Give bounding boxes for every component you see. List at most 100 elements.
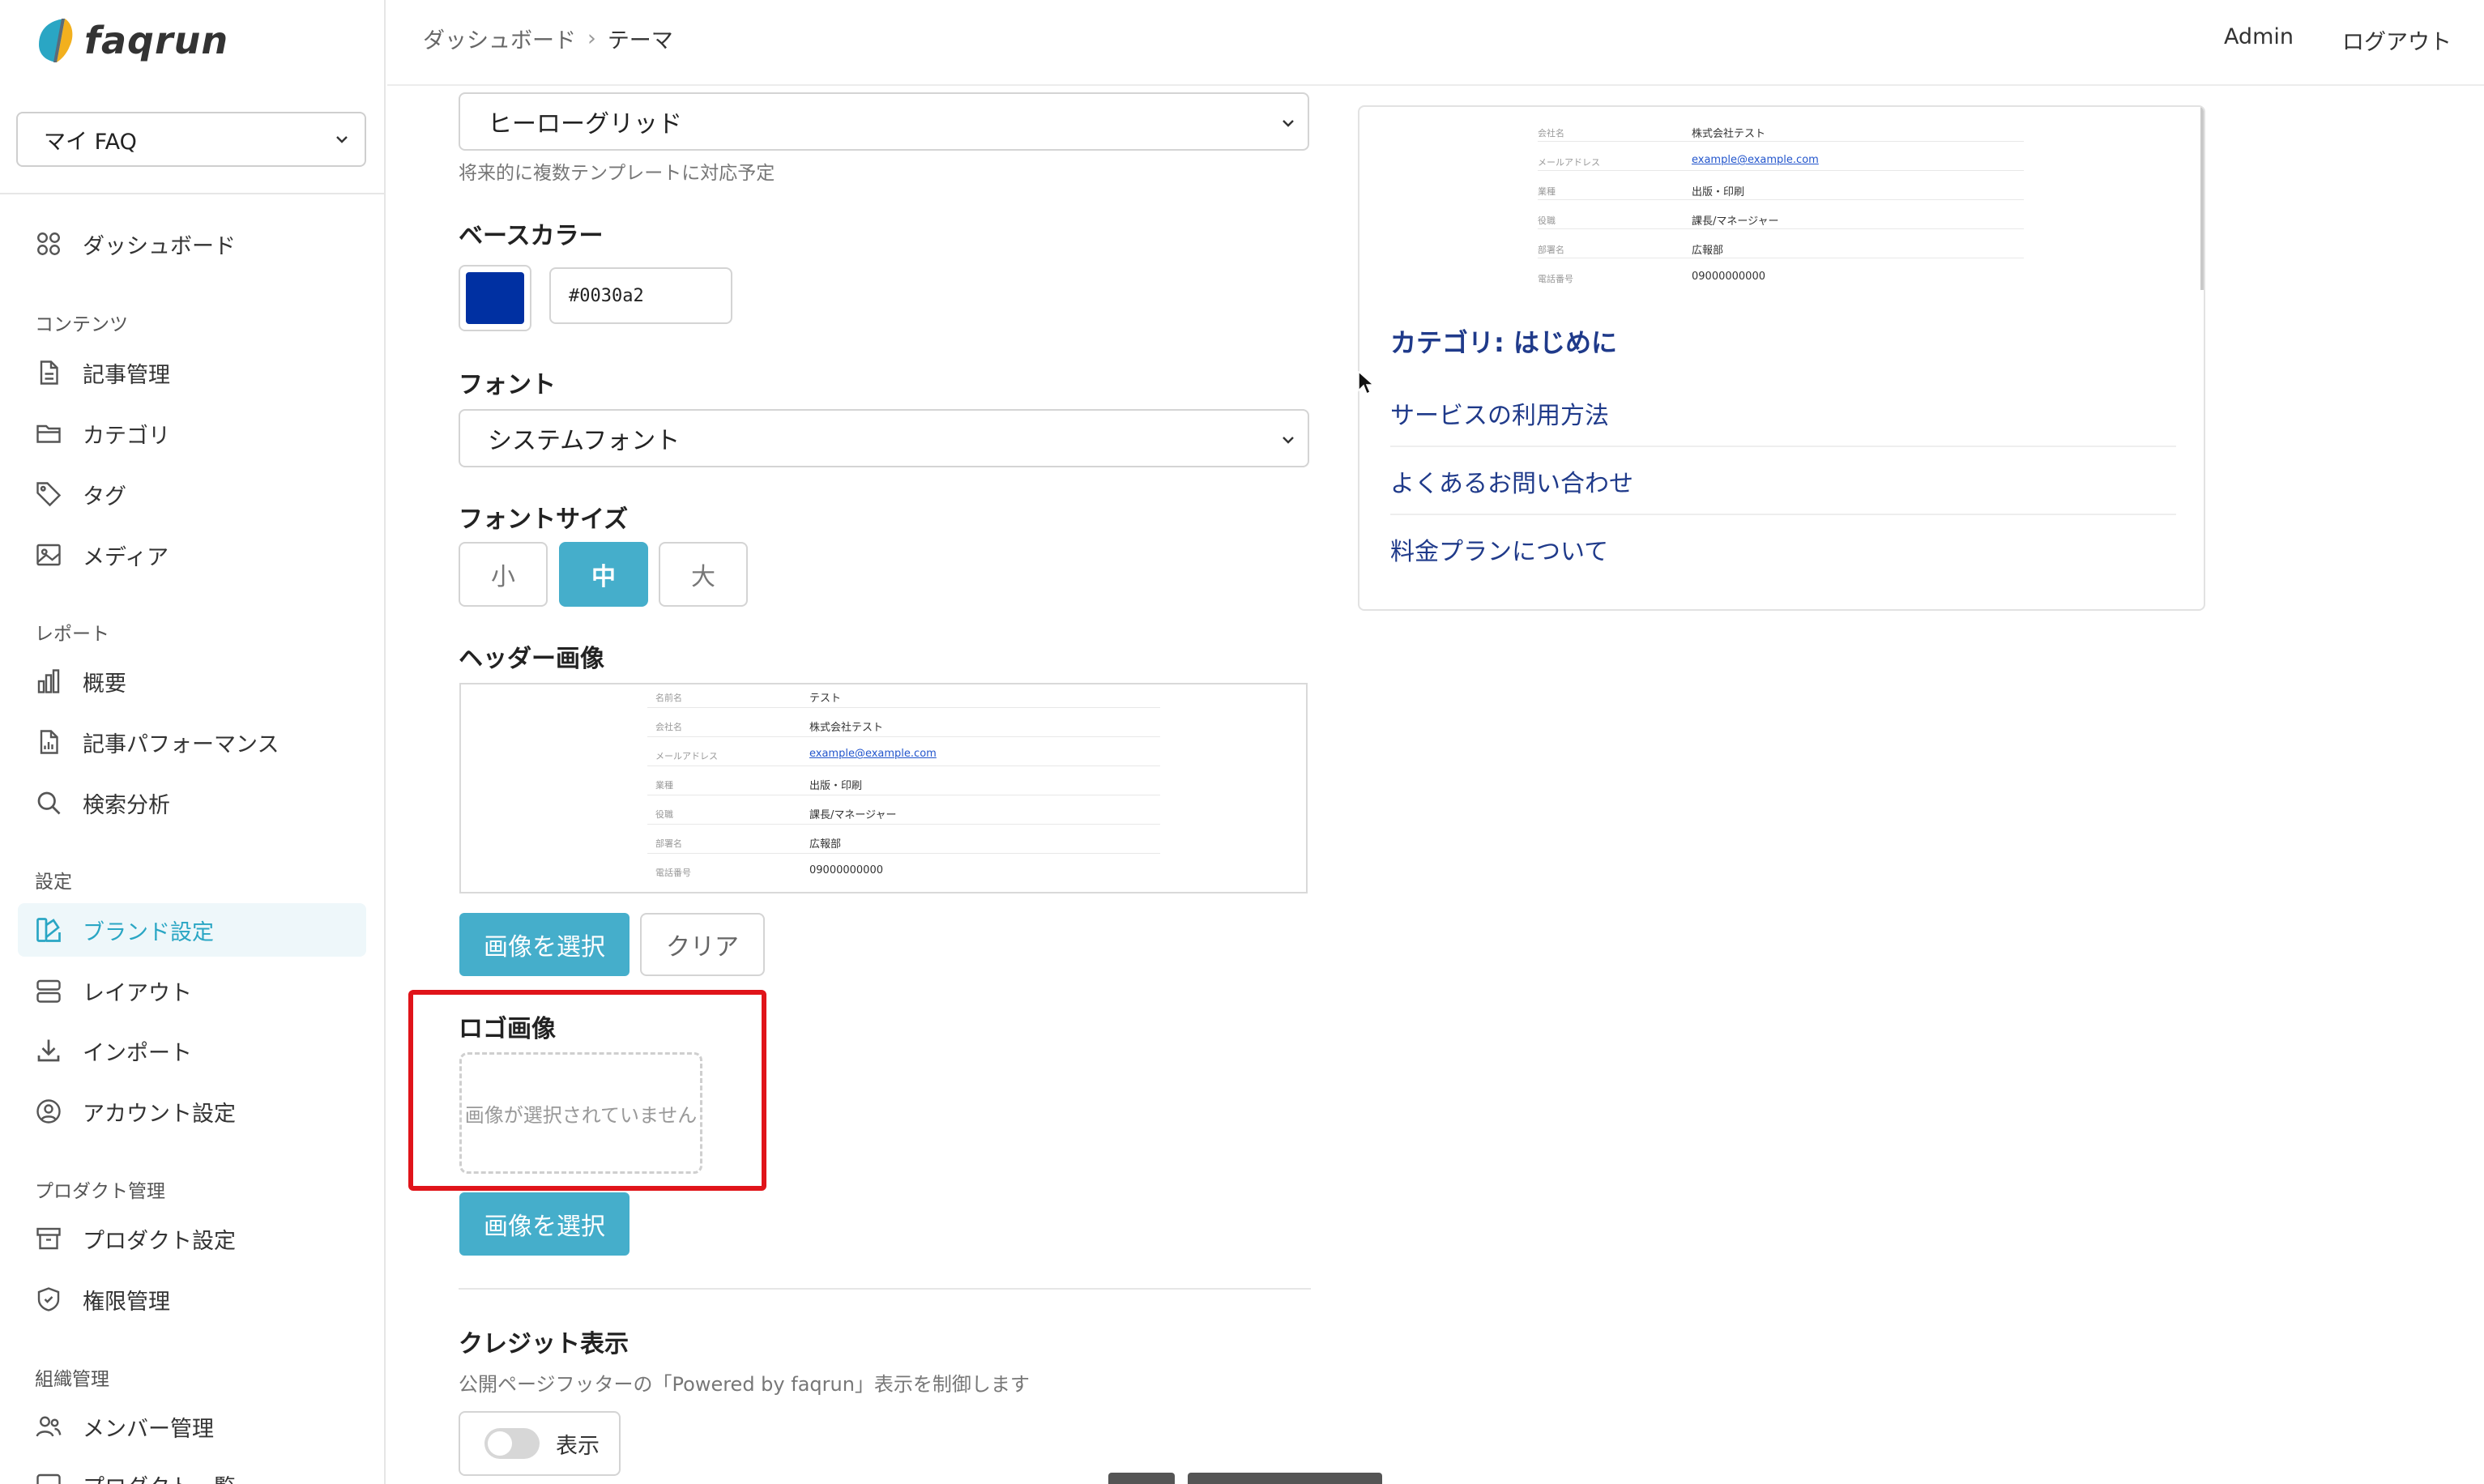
chevron-right-icon: › — [587, 26, 596, 51]
logout-link[interactable]: ログアウト — [2342, 24, 2452, 56]
palette-icon — [36, 918, 61, 942]
doc-key: 会社名 — [655, 722, 682, 732]
sidebar-item-label: 検索分析 — [83, 792, 170, 818]
preview-scrollbar[interactable] — [2200, 107, 2204, 290]
sidebar-item-search-analysis[interactable]: 検索分析 — [18, 776, 366, 829]
users-icon — [36, 1416, 62, 1437]
sidebar-item-label: 記事管理 — [83, 362, 170, 388]
color-hex-input[interactable]: #0030a2 — [549, 267, 732, 324]
doc-key: 部署名 — [655, 838, 682, 849]
header-image-preview: 名前名 テスト 会社名 株式会社テスト メールアドレス example@exam… — [459, 683, 1308, 893]
user-name[interactable]: Admin — [2224, 24, 2294, 56]
doc-key: 部署名 — [1538, 245, 1564, 255]
doc-key: 電話番号 — [655, 868, 691, 878]
sidebar-item-layout[interactable]: レイアウト — [18, 964, 366, 1017]
download-icon — [37, 1039, 60, 1062]
font-size-label: フォントサイズ — [459, 505, 629, 534]
font-select-value: システムフォント — [488, 427, 681, 455]
sidebar-item-product-list[interactable]: プロダクト一覧 — [18, 1458, 366, 1484]
app-logo[interactable]: faqrun — [32, 15, 228, 66]
sidebar-item-dashboard[interactable]: ダッシュボード — [18, 217, 366, 271]
doc-value: 株式会社テスト — [1692, 128, 1766, 140]
sidebar-item-label: アカウント設定 — [83, 1101, 236, 1127]
sidebar-item-article-performance[interactable]: 記事パフォーマンス — [18, 715, 366, 769]
user-circle-icon — [36, 1099, 61, 1124]
preview-link[interactable]: サービスの利用方法 — [1390, 395, 1609, 431]
preview-divider — [1390, 514, 2176, 515]
user-menu: Admin ログアウト — [2224, 24, 2452, 56]
doc-value: 09000000000 — [1692, 271, 1765, 283]
faq-select-value: マイ FAQ — [44, 129, 137, 155]
toggle-knob — [488, 1431, 512, 1456]
section-content: コンテンツ — [35, 314, 128, 335]
faq-select[interactable]: マイ FAQ — [16, 112, 366, 167]
preview-link[interactable]: よくあるお問い合わせ — [1390, 463, 1633, 499]
section-settings: 設定 — [35, 872, 72, 893]
sidebar-item-label: レイアウト — [83, 980, 192, 1006]
doc-value: 課長/マネージャー — [1692, 215, 1779, 228]
template-hint: 将来的に複数テンプレートに対応予定 — [459, 163, 775, 184]
bottom-tab — [1188, 1473, 1382, 1484]
toggle-switch[interactable] — [484, 1428, 540, 1459]
section-report: レポート — [35, 624, 109, 645]
shield-icon — [37, 1287, 60, 1311]
breadcrumb-current: テーマ — [607, 28, 673, 53]
faqrun-logo-icon — [32, 17, 76, 64]
chevron-down-icon — [336, 136, 348, 143]
sidebar-item-label: 記事パフォーマンス — [83, 731, 280, 757]
sidebar-item-tags[interactable]: タグ — [18, 467, 366, 521]
sidebar-item-label: インポート — [83, 1040, 192, 1066]
font-size-small-button[interactable]: 小 — [459, 542, 548, 607]
mouse-cursor-icon — [1358, 371, 1374, 395]
logo-image-select-button[interactable]: 画像を選択 — [459, 1192, 630, 1256]
header-image-select-button[interactable]: 画像を選択 — [459, 913, 630, 976]
color-picker[interactable] — [459, 265, 531, 331]
doc-key: メールアドレス — [655, 751, 718, 761]
credit-toggle-label: 表示 — [556, 1433, 600, 1459]
sidebar-item-media[interactable]: メディア — [18, 528, 366, 582]
sidebar-item-permissions[interactable]: 権限管理 — [18, 1273, 366, 1326]
sidebar-item-import[interactable]: インポート — [18, 1024, 366, 1077]
font-size-large-button[interactable]: 大 — [659, 542, 748, 607]
logo-image-dropzone[interactable]: 画像が選択されていません — [459, 1052, 702, 1174]
sidebar-item-product-settings[interactable]: プロダクト設定 — [18, 1212, 366, 1265]
section-org: 組織管理 — [35, 1369, 109, 1390]
list-icon — [36, 1473, 61, 1484]
font-size-medium-button[interactable]: 中 — [559, 542, 648, 607]
sidebar-item-members[interactable]: メンバー管理 — [18, 1400, 366, 1453]
sidebar-item-label: メンバー管理 — [83, 1416, 214, 1442]
archive-icon — [36, 1227, 61, 1250]
doc-key: 名前名 — [655, 693, 682, 703]
sidebar: faqrun マイ FAQ ダッシュボード コンテンツ 記事管理 カテゴリ タグ… — [0, 0, 386, 1484]
sidebar-item-label: プロダクト一覧 — [83, 1469, 236, 1484]
preview-category-title: カテゴリ: はじめに — [1390, 327, 1617, 358]
credit-toggle[interactable]: 表示 — [459, 1411, 621, 1476]
doc-value: 出版・印刷 — [1692, 186, 1745, 198]
doc-key: 役職 — [1538, 215, 1556, 226]
preview-link[interactable]: 料金プランについて — [1390, 531, 1608, 567]
header-image-label: ヘッダー画像 — [459, 645, 604, 673]
template-select[interactable]: ヒーローグリッド — [459, 92, 1309, 151]
logo-image-label: ロゴ画像 — [459, 1015, 556, 1043]
sidebar-item-brand-settings[interactable]: ブランド設定 — [18, 903, 366, 957]
folder-icon — [36, 424, 61, 443]
doc-value: 広報部 — [809, 838, 842, 851]
doc-value: example@example.com — [1692, 154, 1819, 166]
doc-key: メールアドレス — [1538, 157, 1600, 168]
doc-key: 役職 — [655, 809, 673, 820]
logo-empty-text: 画像が選択されていません — [464, 1103, 698, 1127]
sidebar-item-overview[interactable]: 概要 — [18, 655, 366, 708]
sidebar-item-account-settings[interactable]: アカウント設定 — [18, 1085, 366, 1138]
breadcrumb: ダッシュボード › テーマ — [423, 23, 673, 54]
sidebar-item-articles[interactable]: 記事管理 — [18, 346, 366, 399]
bar-chart-icon — [37, 669, 60, 693]
preview-header-image: 会社名 株式会社テスト メールアドレス example@example.com … — [1538, 107, 2024, 293]
doc-value: 課長/マネージャー — [809, 809, 897, 821]
doc-key: 業種 — [655, 780, 673, 791]
font-select[interactable]: システムフォント — [459, 409, 1309, 467]
header-image-clear-button[interactable]: クリア — [640, 913, 765, 976]
sidebar-item-label: 権限管理 — [83, 1289, 170, 1315]
breadcrumb-dashboard[interactable]: ダッシュボード — [423, 23, 576, 54]
sidebar-item-categories[interactable]: カテゴリ — [18, 407, 366, 460]
doc-key: 会社名 — [1538, 128, 1564, 139]
